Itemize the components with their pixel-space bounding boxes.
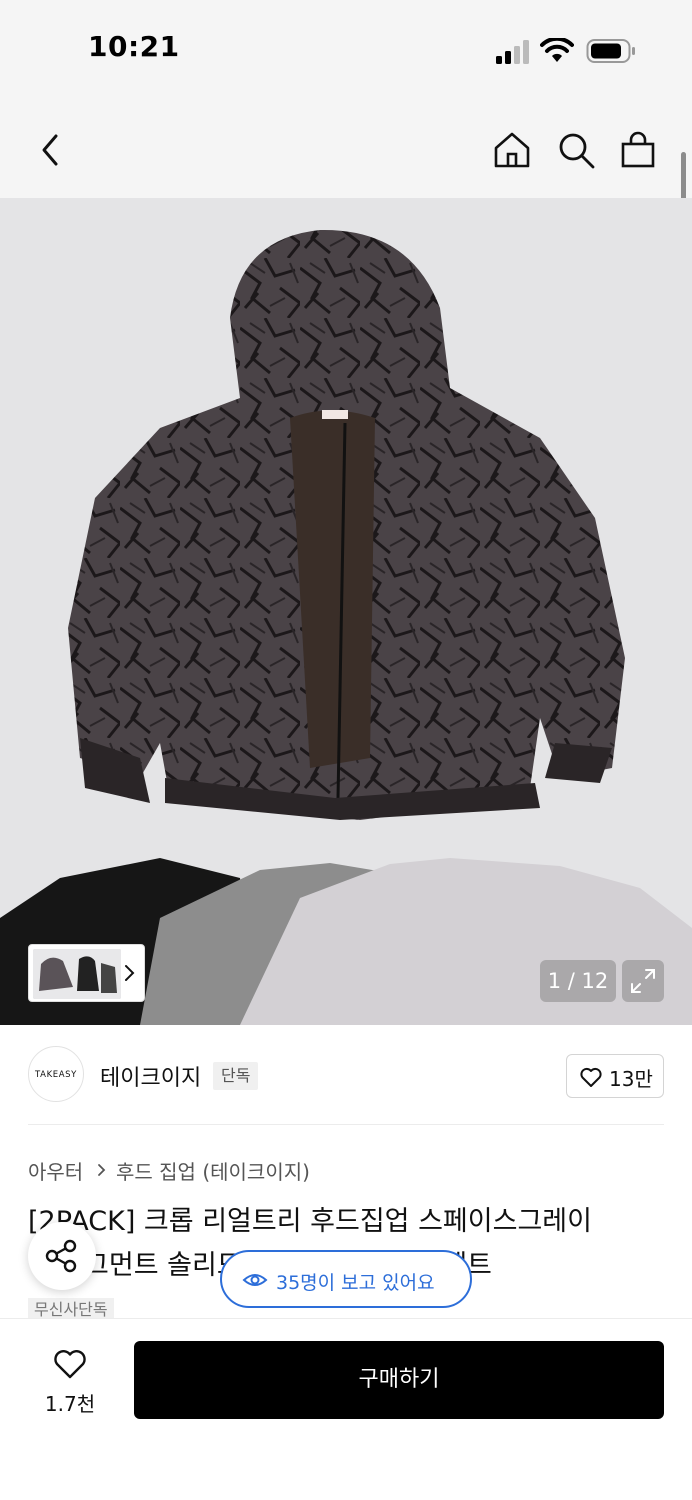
status-bar: 10:21 <box>0 0 692 100</box>
expand-icon <box>631 969 655 993</box>
chevron-right-icon <box>98 1164 106 1176</box>
share-button[interactable] <box>28 1222 96 1290</box>
brand-exclusive-badge: 단독 <box>213 1062 259 1090</box>
eye-icon <box>242 1274 268 1286</box>
brand-like-button[interactable]: 13만 <box>566 1054 664 1098</box>
divider <box>28 1124 664 1125</box>
wifi-icon <box>540 38 574 62</box>
battery-icon <box>586 39 635 63</box>
breadcrumb-subcategory[interactable]: 후드 집업 (테이크이지) <box>116 1156 310 1185</box>
home-icon[interactable] <box>490 128 534 172</box>
shopping-bag-icon[interactable] <box>616 128 660 172</box>
thumbnail-image <box>33 949 121 999</box>
wishlist-button[interactable]: 1.7천 <box>28 1344 112 1416</box>
status-time: 10:21 <box>88 30 180 63</box>
thumbnail-strip[interactable] <box>28 944 145 1002</box>
heart-icon <box>54 1350 86 1379</box>
breadcrumb-category[interactable]: 아우터 <box>28 1156 83 1185</box>
heart-icon <box>580 1067 602 1087</box>
expand-button[interactable] <box>622 960 664 1002</box>
product-image-gallery[interactable] <box>0 198 692 1025</box>
cellular-signal-icon <box>496 40 529 64</box>
product-photo <box>0 229 692 1025</box>
viewers-count-pill: 35명이 보고 있어요 <box>220 1250 472 1308</box>
chevron-right-icon <box>125 965 135 981</box>
search-icon[interactable] <box>554 128 598 172</box>
brand-logo[interactable]: TAKEASY <box>28 1046 84 1102</box>
share-icon <box>45 1239 77 1273</box>
wishlist-count: 1.7천 <box>44 1392 96 1416</box>
brand-like-count: 13만 <box>609 1067 653 1091</box>
top-nav-bar <box>0 100 692 198</box>
image-counter: 1 / 12 <box>540 960 616 1002</box>
back-arrow-icon[interactable] <box>28 128 72 172</box>
brand-name[interactable]: 테이크이지 <box>100 1060 201 1092</box>
buy-button[interactable]: 구매하기 <box>134 1341 664 1419</box>
viewers-text: 35명이 보고 있어요 <box>276 1272 435 1294</box>
product-title-line1: [2PACK] 크롭 리얼트리 후드집업 스페이스그레이 <box>28 1206 592 1237</box>
